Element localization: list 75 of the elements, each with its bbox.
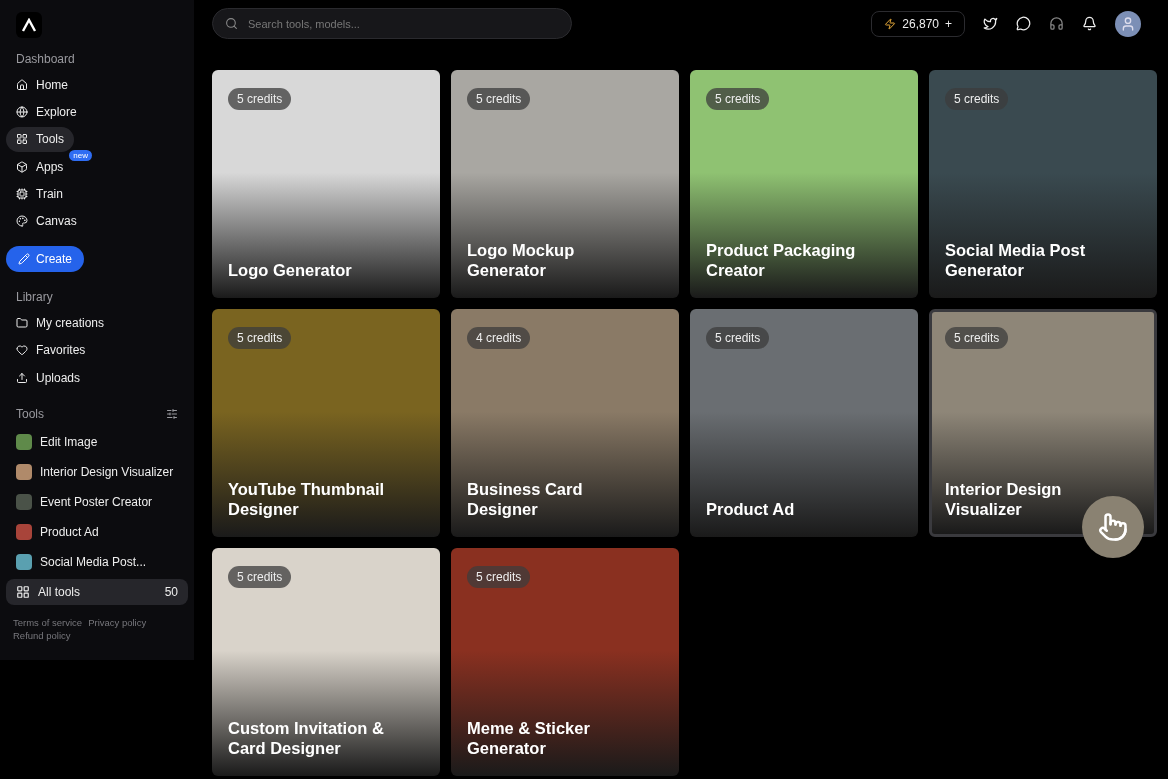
credits-button[interactable]: 26,870 + xyxy=(871,10,965,37)
chip-icon xyxy=(16,188,28,201)
tool-card[interactable]: 5 credits Meme & Sticker Generator xyxy=(451,548,679,776)
credits-badge: 5 credits xyxy=(467,566,531,588)
search-field[interactable]: Search tools, models... xyxy=(246,16,559,31)
folder-icon xyxy=(16,316,28,329)
globe-icon xyxy=(16,105,28,118)
section-heading: Tools xyxy=(16,406,44,421)
avatar[interactable] xyxy=(1115,10,1141,37)
tool-card[interactable]: 5 credits Product Ad xyxy=(690,309,918,537)
chat-icon[interactable] xyxy=(1016,16,1031,31)
section-heading: Dashboard xyxy=(16,52,75,66)
nav-item[interactable]: My creations xyxy=(6,310,115,336)
tool-item[interactable]: Interior Design Visualizer xyxy=(6,456,188,487)
nav-item[interactable]: Tools xyxy=(6,126,74,152)
search-bar[interactable]: Search tools, models... xyxy=(212,8,572,39)
tool-item[interactable]: Event Poster Creator xyxy=(6,486,188,517)
credits-badge: 5 credits xyxy=(228,88,292,110)
create-button[interactable]: Create xyxy=(6,246,85,273)
tool-card[interactable]: 5 credits Product Packaging Creator xyxy=(690,70,918,298)
card-title: Meme & Sticker Generator xyxy=(467,718,591,758)
tool-card[interactable]: 5 credits YouTube Thumbnail Designer xyxy=(212,309,440,537)
upload-icon xyxy=(16,371,28,384)
card-title: Product Packaging Creator xyxy=(706,240,857,280)
card-title: Business Card Designer xyxy=(467,479,584,519)
card-title: Logo Generator xyxy=(228,260,353,280)
tool-card[interactable]: 4 credits Business Card Designer xyxy=(451,309,679,537)
tool-card[interactable]: 5 credits Logo Generator xyxy=(212,70,440,298)
credits-badge: 5 credits xyxy=(945,327,1009,349)
lightning-icon xyxy=(884,17,897,30)
heart-icon xyxy=(16,344,28,357)
nav-item[interactable]: Favorites xyxy=(6,337,96,363)
footer-link[interactable]: Terms of service xyxy=(13,616,83,628)
credits-badge: 5 credits xyxy=(706,327,770,349)
new-badge: new xyxy=(69,150,93,162)
footer-link[interactable]: Refund policy xyxy=(13,629,71,641)
palette-icon xyxy=(16,215,28,228)
search-icon xyxy=(225,17,238,30)
notifications-icon[interactable] xyxy=(1082,16,1097,31)
grid-icon xyxy=(16,584,30,599)
tool-item[interactable]: Edit Image xyxy=(6,426,188,457)
nav-item[interactable]: Uploads xyxy=(6,365,91,391)
headphones-icon[interactable] xyxy=(1049,16,1064,31)
grid-icon xyxy=(16,133,28,146)
credits-badge: 5 credits xyxy=(228,327,292,349)
tool-item[interactable]: Product Ad xyxy=(6,516,188,547)
card-title: Logo Mockup Generator xyxy=(467,240,576,280)
filter-icon[interactable] xyxy=(166,407,178,420)
nav-item[interactable]: Home xyxy=(6,72,78,97)
card-title: Product Ad xyxy=(706,499,796,519)
section-heading: Library xyxy=(16,290,53,305)
tool-card[interactable]: 5 credits Social Media Post Generator xyxy=(929,70,1157,298)
credits-badge: 5 credits xyxy=(945,88,1009,110)
tool-item[interactable]: Social Media Post... xyxy=(6,546,188,577)
credits-badge: 4 credits xyxy=(467,327,531,349)
card-title: Social Media Post Generator xyxy=(945,240,1087,280)
footer-link[interactable]: Privacy policy xyxy=(88,616,147,628)
nav-item[interactable]: Explore xyxy=(6,99,87,125)
tools-count: 50 xyxy=(164,584,178,599)
nav-item[interactable]: Canvas xyxy=(6,208,87,234)
nav-item[interactable]: Train xyxy=(6,181,73,207)
card-title: YouTube Thumbnail Designer xyxy=(228,479,386,519)
bird-icon[interactable] xyxy=(983,16,998,31)
card-title: Interior Design Visualizer xyxy=(945,479,1063,519)
pencil-icon xyxy=(18,253,30,266)
cube-icon xyxy=(16,160,28,173)
credits-badge: 5 credits xyxy=(706,88,770,110)
tool-card[interactable]: 5 credits Custom Invitation & Card Designer xyxy=(212,548,440,776)
home-icon xyxy=(16,78,28,91)
tool-card[interactable]: 5 credits Logo Mockup Generator xyxy=(451,70,679,298)
credits-badge: 5 credits xyxy=(228,566,292,588)
card-title: Custom Invitation & Card Designer xyxy=(228,718,385,758)
credits-badge: 5 credits xyxy=(467,88,531,110)
all-tools-item[interactable]: All tools 50 xyxy=(6,578,188,605)
logo-icon[interactable] xyxy=(16,12,42,38)
